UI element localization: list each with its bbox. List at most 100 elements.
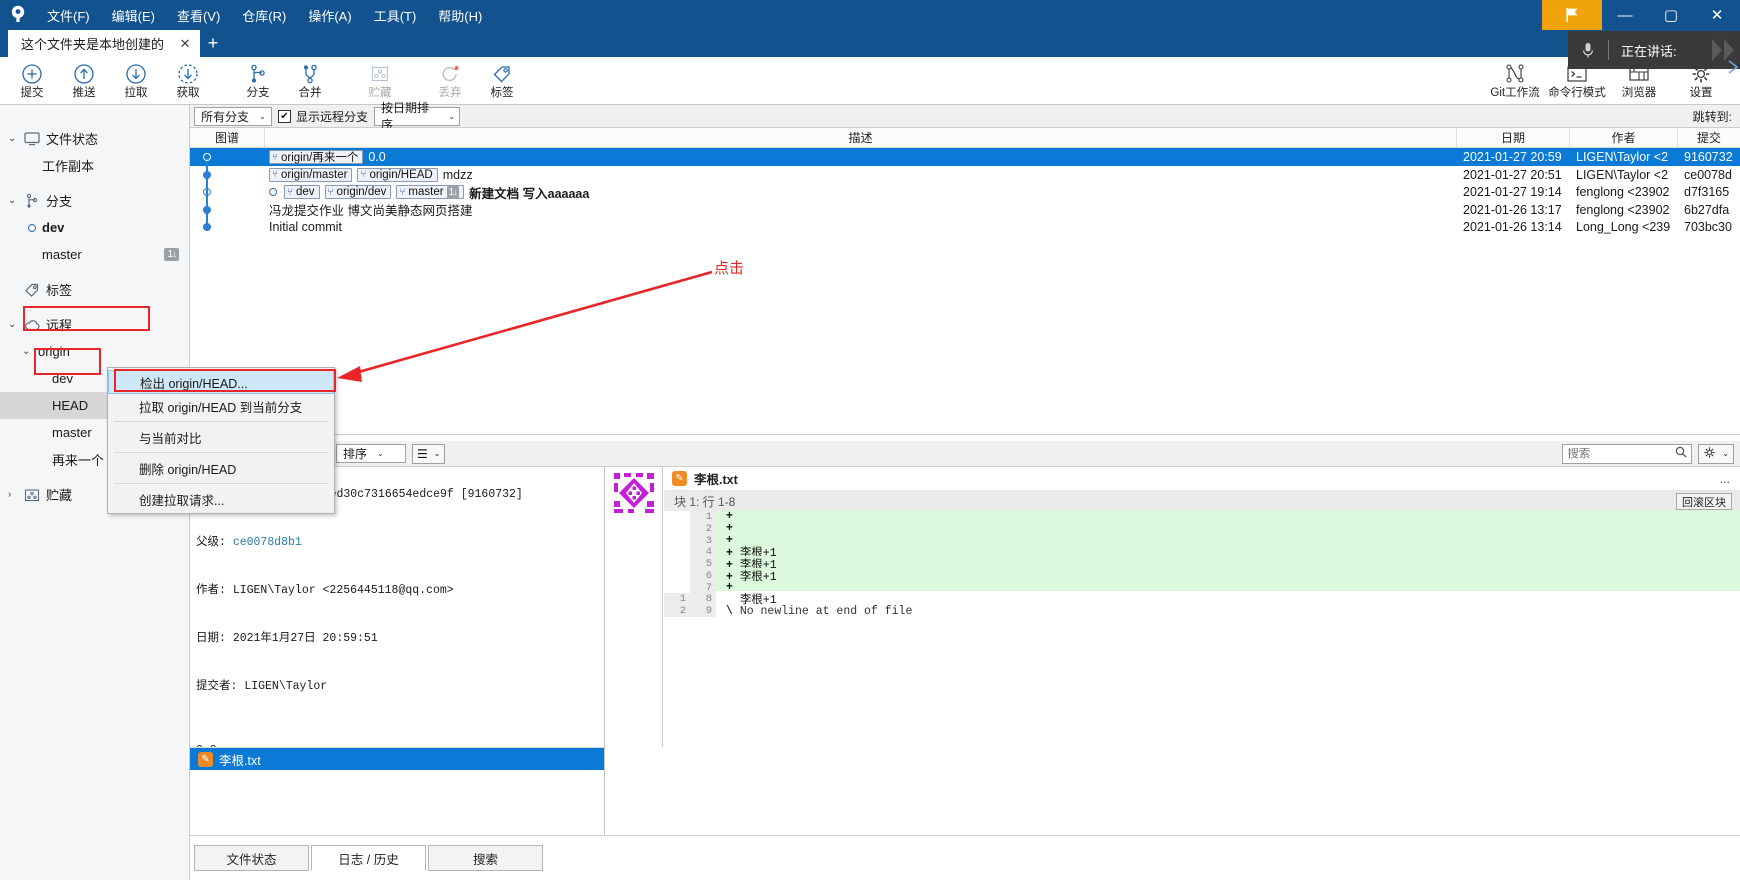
- sidebar-label-file-status: 文件状态: [46, 132, 99, 147]
- search-input[interactable]: [1567, 447, 1672, 460]
- commit-detail-date-label: 日期:: [196, 632, 226, 645]
- sidebar-item-remote-origin[interactable]: ⌄ origin: [0, 338, 189, 365]
- context-menu-item-create-pull-request[interactable]: 创建拉取请求...: [108, 487, 334, 511]
- detail-sort-select[interactable]: 排序 ⌄: [336, 444, 406, 463]
- ref-tag-local[interactable]: ⑂ dev: [284, 185, 320, 200]
- context-menu-separator: [114, 421, 328, 422]
- stash-button[interactable]: 贮藏: [354, 57, 406, 105]
- diff-settings-select[interactable]: ⌄: [1698, 443, 1734, 464]
- table-row[interactable]: ⑂ origin/master ⑂ origin/HEAD mdzz 2021-…: [190, 166, 1740, 184]
- ref-tag-remote[interactable]: ⑂ origin/dev: [324, 185, 392, 200]
- commit-detail-parent-label: 父级:: [196, 536, 226, 549]
- diff-hunk-label: 块 1: 行 1-8: [674, 494, 736, 509]
- diff-more-menu[interactable]: ...: [1720, 472, 1740, 486]
- sidebar-section-tags[interactable]: 标签: [0, 276, 189, 303]
- merge-icon: [299, 63, 321, 85]
- menu-tools[interactable]: 工具(T): [363, 0, 428, 30]
- rollback-hunk-button[interactable]: 回滚区块: [1676, 493, 1732, 510]
- flag-icon[interactable]: [1542, 0, 1602, 30]
- context-menu-item-delete[interactable]: 删除 origin/HEAD: [108, 456, 334, 480]
- hamburger-icon: ☰: [417, 446, 428, 461]
- sidebar-section-file-status[interactable]: ⌄ 文件状态: [0, 125, 189, 152]
- table-row[interactable]: ⑂ dev ⑂ origin/dev ⑂ master 1↓ 新建文档 写入aa…: [190, 183, 1740, 202]
- column-header-date[interactable]: 日期: [1457, 128, 1570, 147]
- tab-log-history[interactable]: 日志 / 历史: [311, 845, 426, 871]
- discard-button[interactable]: 丢弃: [424, 57, 476, 105]
- minimize-button[interactable]: —: [1602, 0, 1648, 30]
- tab-search[interactable]: 搜索: [428, 845, 543, 871]
- sidebar-item-branch-master[interactable]: master 1↓: [0, 241, 189, 268]
- sidebar-label-remotes: 远程: [46, 318, 73, 333]
- merge-button[interactable]: 合并: [284, 57, 336, 105]
- chevron-right-icon[interactable]: ›: [8, 489, 24, 500]
- sidebar-section-branches[interactable]: ⌄ 分支: [0, 187, 189, 214]
- repo-tab[interactable]: 这个文件夹是本地创建的 ✕: [8, 30, 201, 57]
- gitflow-button[interactable]: Git工作流: [1484, 57, 1546, 105]
- search-icon[interactable]: [1675, 446, 1687, 461]
- chevron-down-icon[interactable]: ⌄: [8, 319, 24, 330]
- sourcetree-logo-icon: [0, 0, 36, 30]
- context-menu-item-diff-against-current[interactable]: 与当前对比: [108, 425, 334, 449]
- context-menu-item-pull[interactable]: 拉取 origin/HEAD 到当前分支: [108, 394, 334, 418]
- sidebar-label-remote-origin: origin: [38, 344, 70, 359]
- column-header-description[interactable]: 描述: [265, 128, 1457, 147]
- branch-filter-value: 所有分支: [201, 109, 250, 124]
- menu-repository[interactable]: 仓库(R): [231, 0, 297, 30]
- sidebar-item-working-copy[interactable]: 工作副本: [0, 152, 189, 179]
- view-mode-select[interactable]: ☰ ⌄: [412, 443, 446, 464]
- ref-tag-remote[interactable]: ⑂ origin/再来一个: [269, 150, 364, 164]
- menu-help[interactable]: 帮助(H): [427, 0, 493, 30]
- sidebar-label-tags: 标签: [46, 283, 73, 298]
- chevron-down-icon[interactable]: ⌄: [8, 195, 24, 206]
- column-header-graph[interactable]: 图谱: [190, 128, 265, 147]
- branch-filter-select[interactable]: 所有分支 ⌄: [194, 106, 272, 126]
- new-tab-button[interactable]: +: [200, 30, 226, 57]
- ref-tag-remote[interactable]: ⑂ origin/HEAD: [357, 167, 438, 182]
- diff-file-header: ✎ 李根.txt ...: [664, 467, 1740, 491]
- menu-actions[interactable]: 操作(A): [297, 0, 362, 30]
- fetch-button[interactable]: 获取: [162, 57, 214, 105]
- diff-thumbnail-column: [606, 467, 663, 747]
- terminal-button-label: 命令行模式: [1548, 86, 1606, 99]
- commit-description-cell: Initial commit: [265, 220, 1457, 234]
- table-row[interactable]: Initial commit 2021-01-26 13:14 Long_Lon…: [190, 218, 1740, 237]
- search-input-wrapper[interactable]: [1562, 443, 1693, 464]
- commit-graph-cell: [190, 183, 265, 202]
- branch-icon: ⑂: [327, 186, 334, 198]
- table-row[interactable]: 冯龙提交作业 博文尚美静态网页搭建 2021-01-26 13:17 fengl…: [190, 201, 1740, 219]
- tab-file-status[interactable]: 文件状态: [194, 845, 309, 871]
- menu-edit[interactable]: 编辑(E): [101, 0, 166, 30]
- sidebar-item-branch-dev[interactable]: dev: [0, 214, 189, 241]
- ref-tag-local[interactable]: ⑂ master 1↓: [396, 185, 465, 200]
- menu-view[interactable]: 查看(V): [166, 0, 231, 30]
- chevron-down-icon[interactable]: ⌄: [8, 133, 24, 144]
- sort-order-select[interactable]: 按日期排序 ⌄: [374, 101, 461, 132]
- commit-detail-parent-hash[interactable]: ce0078d8b1: [233, 536, 302, 549]
- commit-button[interactable]: 提交: [6, 57, 58, 105]
- branch-button-label: 分支: [246, 86, 270, 99]
- ref-tag-remote[interactable]: ⑂ origin/master: [269, 167, 353, 182]
- diff-marker: \: [726, 604, 733, 618]
- close-icon[interactable]: ✕: [178, 36, 192, 52]
- column-header-commit[interactable]: 提交: [1678, 128, 1740, 147]
- column-header-author[interactable]: 作者: [1570, 128, 1678, 147]
- pull-button[interactable]: 拉取: [110, 57, 162, 105]
- tag-button[interactable]: 标签: [476, 57, 528, 105]
- commit-button-label: 提交: [20, 86, 44, 99]
- context-menu-item-checkout[interactable]: 检出 origin/HEAD...: [108, 370, 334, 394]
- push-button[interactable]: 推送: [58, 57, 110, 105]
- diff-new-lineno: 4: [690, 546, 716, 559]
- close-button[interactable]: ✕: [1694, 0, 1740, 30]
- chevron-down-icon[interactable]: ⌄: [22, 346, 38, 357]
- sidebar-section-remotes[interactable]: ⌄ 远程: [0, 311, 189, 338]
- commit-description-cell: ⑂ dev ⑂ origin/dev ⑂ master 1↓ 新建文档 写入aa…: [265, 183, 1457, 202]
- maximize-button[interactable]: ▢: [1648, 0, 1694, 30]
- table-row[interactable]: ⑂ origin/再来一个 0.0 2021-01-27 20:59 LIGEN…: [190, 148, 1740, 167]
- show-remote-branches-checkbox[interactable]: ✔ 显示远程分支: [278, 108, 368, 125]
- branch-button[interactable]: 分支: [232, 57, 284, 105]
- diff-new-lineno: 5: [690, 558, 716, 571]
- status-badge: 1↓: [164, 248, 179, 261]
- menu-file[interactable]: 文件(F): [36, 0, 101, 30]
- list-item[interactable]: ✎ 李根.txt: [190, 748, 604, 770]
- diff-line: 2 +: [664, 522, 1740, 536]
